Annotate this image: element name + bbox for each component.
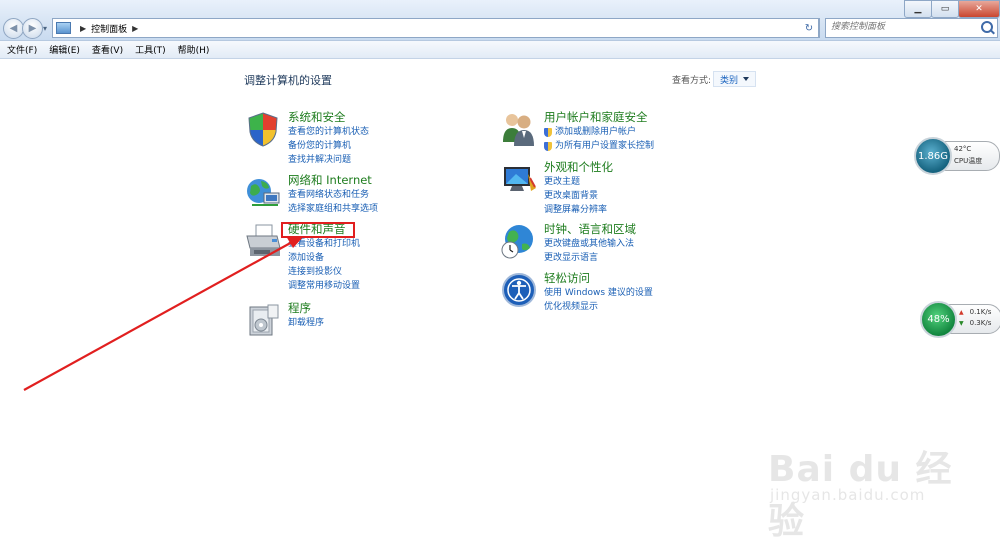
breadcrumb-separator-icon[interactable]: ▶ (132, 24, 138, 33)
link-change-desktop-background[interactable]: 更改桌面背景 (544, 189, 613, 203)
watermark-url: jingyan.baidu.com (770, 486, 926, 504)
network-globe-icon[interactable] (244, 173, 282, 211)
link-add-device[interactable]: 添加设备 (288, 251, 360, 265)
link-change-theme[interactable]: 更改主题 (544, 175, 613, 189)
category-title-clock-region[interactable]: 时钟、语言和区域 (544, 222, 636, 237)
minimize-icon[interactable]: ▁ (904, 0, 932, 18)
menu-view[interactable]: 查看(V) (92, 43, 123, 56)
link-parental-controls[interactable]: 为所有用户设置家长控制 (544, 139, 654, 153)
maximize-icon[interactable]: ▭ (931, 0, 959, 18)
search-box[interactable] (825, 18, 998, 38)
display-icon[interactable] (500, 160, 538, 198)
ease-of-access-icon[interactable] (500, 271, 538, 309)
programs-icon[interactable] (244, 301, 282, 339)
category-title-programs[interactable]: 程序 (288, 301, 324, 316)
link-view-devices-printers[interactable]: 查看设备和打印机 (288, 237, 360, 251)
page-title: 调整计算机的设置 (244, 74, 332, 87)
annotation-highlight-box (281, 222, 355, 238)
category-title-user-accounts[interactable]: 用户帐户和家庭安全 (544, 110, 654, 125)
link-view-computer-status[interactable]: 查看您的计算机状态 (288, 125, 369, 139)
link-mobility-settings[interactable]: 调整常用移动设置 (288, 279, 360, 293)
menu-bar: 文件(F) 编辑(E) 查看(V) 工具(T) 帮助(H) (0, 41, 1000, 59)
category-title-ease-of-access[interactable]: 轻松访问 (544, 271, 653, 286)
menu-help[interactable]: 帮助(H) (178, 43, 210, 56)
category-title-system-security[interactable]: 系统和安全 (288, 110, 369, 125)
control-panel-icon (56, 22, 71, 34)
menu-file[interactable]: 文件(F) (7, 43, 37, 56)
category-title-appearance[interactable]: 外观和个性化 (544, 160, 613, 175)
forward-button[interactable]: ▶ (22, 18, 43, 39)
printer-icon[interactable] (244, 222, 282, 260)
download-speed: 0.3K/s (959, 319, 992, 327)
link-adjust-resolution[interactable]: 调整屏幕分辨率 (544, 203, 613, 217)
search-icon[interactable] (981, 21, 993, 33)
category-title-network[interactable]: 网络和 Internet (288, 173, 378, 188)
link-change-keyboard-input[interactable]: 更改键盘或其他输入法 (544, 237, 636, 251)
chevron-down-icon (743, 77, 750, 81)
refresh-icon[interactable]: ↻ (800, 18, 819, 38)
link-recommended-settings[interactable]: 使用 Windows 建议的设置 (544, 286, 653, 300)
cpu-label: CPU温度 (954, 157, 983, 165)
network-gadget[interactable]: 48% 0.1K/s 0.3K/s (920, 301, 1000, 338)
network-dial: 48% (920, 301, 957, 338)
cpu-temperature: 42°C (954, 145, 972, 153)
breadcrumb[interactable]: 控制面板 (91, 22, 127, 35)
cpu-gadget[interactable]: 1.86G 42°C CPU温度 (914, 137, 1000, 175)
link-optimize-video[interactable]: 优化视频显示 (544, 300, 653, 314)
baidu-watermark: Bai du 经验 jingyan.baidu.com (768, 430, 978, 542)
menu-tools[interactable]: 工具(T) (135, 43, 166, 56)
breadcrumb-separator-icon[interactable]: ▶ (80, 24, 86, 33)
window-controls: ▁ ▭ ✕ (904, 0, 1000, 18)
shield-icon[interactable] (244, 110, 282, 148)
link-homegroup-sharing[interactable]: 选择家庭组和共享选项 (288, 202, 378, 216)
users-icon[interactable] (500, 110, 538, 148)
title-bar: ▁ ▭ ✕ ◀ ▶ ▾ ▶ 控制面板 ▶ ▼ ↻ (0, 0, 1000, 41)
clock-globe-icon[interactable] (500, 222, 538, 260)
close-icon[interactable]: ✕ (958, 0, 1000, 18)
link-uninstall-program[interactable]: 卸载程序 (288, 316, 324, 330)
view-by-dropdown[interactable]: 类别 (713, 71, 757, 87)
back-button[interactable]: ◀ (3, 18, 24, 39)
recent-pages-dropdown-icon[interactable]: ▾ (43, 24, 47, 33)
cpu-dial: 1.86G (914, 137, 952, 175)
search-input[interactable] (826, 19, 971, 35)
link-view-network-status[interactable]: 查看网络状态和任务 (288, 188, 378, 202)
link-add-remove-accounts[interactable]: 添加或删除用户帐户 (544, 125, 654, 139)
link-change-display-language[interactable]: 更改显示语言 (544, 251, 636, 265)
view-by-value: 类别 (720, 75, 739, 86)
address-bar[interactable]: ▶ 控制面板 ▶ ▼ (52, 18, 820, 38)
upload-speed: 0.1K/s (959, 308, 992, 316)
link-connect-projector[interactable]: 连接到投影仪 (288, 265, 360, 279)
menu-edit[interactable]: 编辑(E) (49, 43, 80, 56)
view-by-label: 查看方式: (672, 76, 712, 86)
link-find-fix-problems[interactable]: 查找并解决问题 (288, 153, 369, 167)
link-backup-computer[interactable]: 备份您的计算机 (288, 139, 369, 153)
